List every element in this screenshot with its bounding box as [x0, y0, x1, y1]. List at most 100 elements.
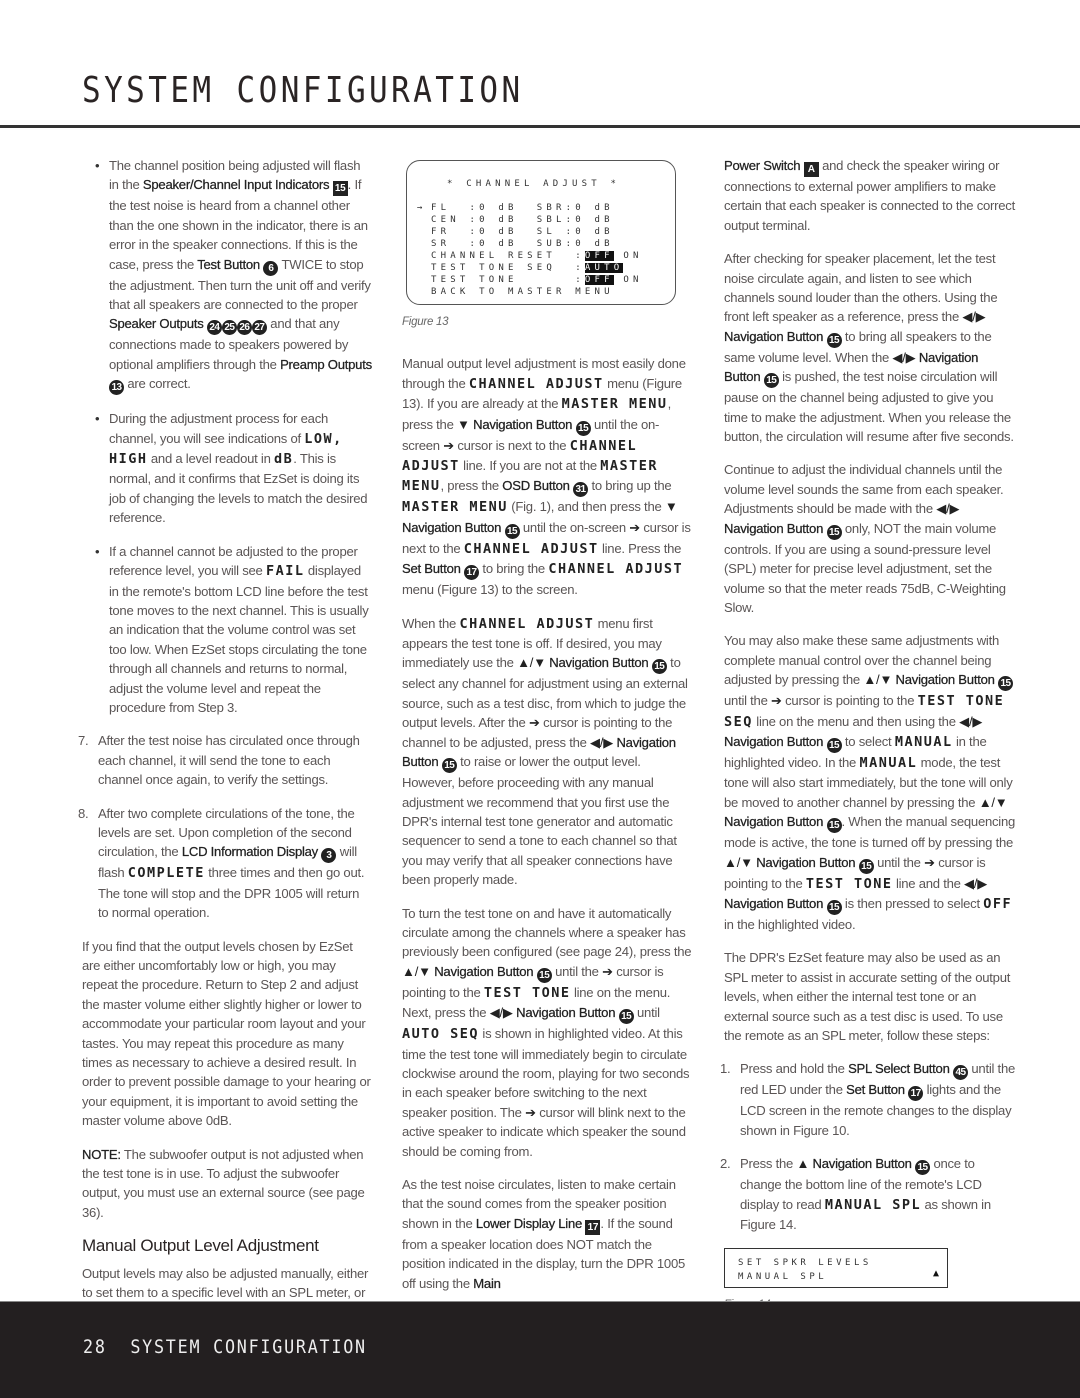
middle-column: * CHANNEL ADJUST * → FL :0 dB SBR:0 dB C…	[402, 156, 694, 1307]
step-number: 2.	[720, 1156, 731, 1172]
control-reference: Lower Display Line	[475, 1215, 586, 1231]
control-reference: Navigation Button	[752, 854, 859, 870]
paragraph: To turn the test tone on and have it aut…	[402, 904, 694, 1161]
up-triangle-icon: ▲	[932, 1268, 939, 1280]
arrow-symbol-icon: ◀/▶	[962, 309, 986, 325]
page-footer: 28 SYSTEM CONFIGURATION	[0, 1301, 1080, 1398]
control-reference: Navigation Button	[469, 416, 576, 432]
control-reference: Navigation Button	[545, 655, 652, 671]
bullet-item: During the adjustment process for each c…	[82, 409, 372, 527]
control-reference: Navigation Button	[724, 814, 827, 830]
paragraph: Power Switch A and check the speaker wir…	[724, 156, 1016, 235]
osd-text: MASTER MENU	[402, 499, 508, 516]
footer-section-title: SYSTEM CONFIGURATION	[130, 1336, 367, 1358]
arrow-symbol-icon: ◀/▶	[590, 734, 614, 750]
control-reference: OSD Button	[502, 478, 574, 494]
step-number: 7.	[78, 733, 89, 749]
control-reference: Navigation Button	[402, 519, 505, 535]
arrow-symbol-icon: ◀/▶	[964, 875, 988, 891]
step-number: 8.	[78, 805, 89, 821]
callout-number-icon: 26	[236, 320, 252, 336]
text-run: The subwoofer output is not adjusted whe…	[82, 1146, 365, 1220]
text-run: line. Press the	[598, 540, 682, 556]
osd-text: OFF	[983, 895, 1013, 912]
osd-text: dB	[274, 451, 294, 468]
text-run: until the	[551, 963, 603, 979]
callout-number-icon: 15	[826, 737, 842, 753]
numbered-step: 2. Press the ▲ Navigation Button 15 once …	[720, 1154, 1016, 1234]
arrow-symbol-icon: ◀/▶	[892, 349, 916, 365]
numbered-step: 8. After two complete circulations of the…	[78, 804, 372, 923]
figure-13-osd-screen: * CHANNEL ADJUST * → FL :0 dB SBR:0 dB C…	[406, 160, 676, 305]
text-run: When the	[402, 615, 460, 631]
callout-number-icon: 15	[618, 1009, 634, 1025]
paragraph: Manual output level adjustment is most e…	[402, 354, 694, 599]
text-run: To turn the test tone on and have it aut…	[402, 905, 692, 960]
page-number: 28	[83, 1336, 107, 1358]
arrow-symbol-icon: ➔	[924, 854, 935, 870]
control-reference: SPL Select Button	[848, 1061, 954, 1077]
callout-square-icon: A	[803, 162, 819, 177]
text-run: to bring the	[479, 561, 549, 577]
text-run: After checking for speaker placement, le…	[724, 251, 998, 325]
control-reference: LCD Information Display	[181, 844, 322, 860]
paragraph: If you find that the output levels chose…	[82, 937, 372, 1131]
control-reference: Speaker Outputs	[109, 316, 207, 332]
callout-number-icon: 15	[536, 967, 552, 983]
figure-14-lcd: SET SPKR LEVELS MANUAL SPL ▲	[724, 1248, 948, 1289]
osd-text: AUTO SEQ	[402, 1026, 480, 1043]
footer-text: 28 SYSTEM CONFIGURATION	[83, 1336, 367, 1358]
osd-text: TEST TONE	[805, 875, 893, 892]
section-heading: Manual Output Level Adjustment	[82, 1236, 319, 1256]
osd-text: MANUAL	[859, 754, 918, 771]
callout-number-icon: 15	[575, 420, 591, 436]
text-run: to bring up the	[588, 478, 672, 494]
osd-text: FAIL	[265, 563, 305, 580]
text-run: line and the	[892, 875, 965, 891]
callout-number-icon: 15	[441, 758, 457, 774]
callout-number-icon: 17	[908, 1086, 924, 1102]
callout-number-icon: 13	[109, 380, 124, 396]
right-column: Power Switch A and check the speaker wir…	[720, 156, 1016, 1338]
callout-number-icon: 15	[763, 373, 779, 389]
text-run: are correct.	[124, 376, 191, 392]
callout-number-icon: 15	[826, 332, 842, 348]
right-column-text: Power Switch A and check the speaker wir…	[720, 156, 1016, 1234]
callout-number-icon: 25	[221, 320, 237, 336]
callout-number-icon: 17	[464, 565, 480, 581]
control-reference: Navigation Button	[512, 1005, 619, 1021]
control-reference: Navigation Button	[724, 328, 827, 344]
control-reference: NOTE:	[82, 1146, 121, 1162]
osd-text: MASTER MENU	[561, 396, 668, 413]
bullet-item: The channel position being adjusted will…	[82, 156, 372, 396]
arrow-symbol-icon: ▲/▼	[517, 655, 546, 671]
text-run: line. If you are not at the	[459, 458, 601, 474]
control-reference: Navigation Button	[724, 895, 827, 911]
osd-text: CHANNEL ADJUST	[548, 561, 684, 578]
text-run: until the	[873, 854, 925, 870]
text-run: menu (Figure 13) to the screen.	[402, 582, 578, 598]
osd-option-alt: ON	[613, 275, 643, 285]
text-run: and a level readout in	[147, 451, 275, 467]
arrow-symbol-icon: ▲/▼	[402, 963, 431, 979]
arrow-symbol-icon: ▼	[457, 416, 470, 432]
arrow-symbol-icon: ◀/▶	[489, 1005, 513, 1021]
osd-text: CHANNEL ADJUST	[468, 375, 604, 392]
callout-square-icon: 17	[585, 1219, 601, 1235]
control-reference: Test Button	[197, 256, 264, 272]
text-run: (Fig. 1), and then press the	[507, 499, 665, 515]
text-run: Press and hold the	[740, 1061, 849, 1077]
text-run: until the	[724, 693, 771, 709]
text-run: displayed in the remote's bottom LCD lin…	[109, 563, 369, 715]
arrow-symbol-icon: ▲	[796, 1156, 810, 1172]
control-reference: Navigation Button	[724, 733, 827, 749]
text-run: to raise or lower the output level. Howe…	[402, 754, 677, 888]
text-run: Press the	[740, 1156, 797, 1172]
callout-number-icon: 24	[206, 320, 222, 336]
arrow-symbol-icon: ➔	[629, 519, 640, 535]
callout-number-icon: 15	[998, 676, 1014, 692]
lcd-line-2: MANUAL SPL	[738, 1272, 828, 1283]
paragraph: The DPR's EzSet feature may also be used…	[724, 948, 1016, 1045]
arrow-symbol-icon: ▼	[664, 499, 678, 515]
arrow-symbol-icon: ▲/▼	[724, 854, 753, 870]
